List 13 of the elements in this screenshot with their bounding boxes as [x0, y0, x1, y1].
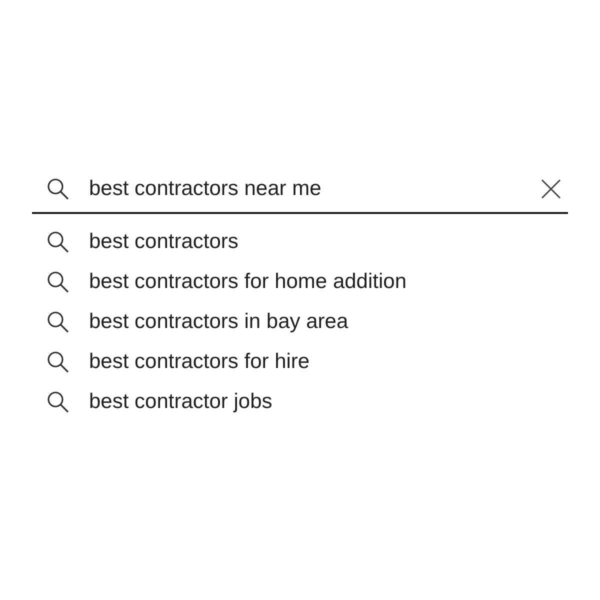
search-field[interactable]: best contractors near me [89, 173, 540, 205]
search-icon [46, 177, 70, 201]
suggestion-item[interactable]: best contractors [89, 226, 238, 258]
search-icon [46, 350, 70, 374]
search-icon [46, 390, 70, 414]
suggestion-item[interactable]: best contractors for home addition [89, 266, 407, 298]
search-icon [46, 230, 70, 254]
close-icon[interactable] [540, 178, 562, 200]
search-icon [46, 270, 70, 294]
suggestion-item[interactable]: best contractors for hire [89, 346, 310, 378]
suggestion-item[interactable]: best contractor jobs [89, 386, 272, 418]
suggestion-item[interactable]: best contractors in bay area [89, 306, 348, 338]
search-icon [46, 310, 70, 334]
